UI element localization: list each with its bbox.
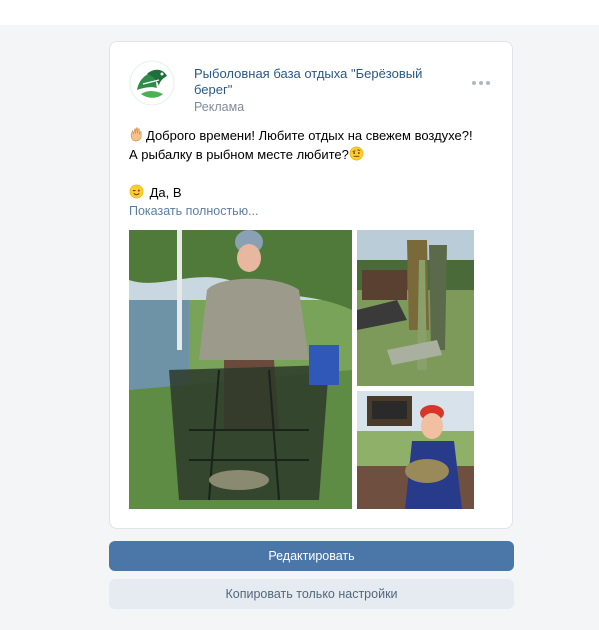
post-photo-1[interactable] bbox=[129, 230, 352, 509]
post-photo-2[interactable] bbox=[357, 230, 474, 386]
post-photo-3[interactable] bbox=[357, 391, 474, 509]
ad-label: Реклама bbox=[194, 100, 245, 114]
post-text-line-4: Да, В bbox=[149, 185, 182, 200]
post-text-line-1: Доброго времени! Любите отдых на свежем … bbox=[146, 128, 473, 143]
hanging-fish-catch-image bbox=[357, 230, 474, 386]
post-text-line-2: А рыбалку в рыбном месте любите? bbox=[129, 147, 349, 162]
winking-face-icon bbox=[129, 184, 144, 199]
boy-with-fish-image bbox=[357, 391, 474, 509]
waving-hand-icon bbox=[129, 127, 144, 142]
community-avatar[interactable] bbox=[129, 60, 175, 106]
fisherman-with-net-image bbox=[129, 230, 352, 509]
post-text-line-3 bbox=[129, 164, 499, 183]
edit-button[interactable]: Редактировать bbox=[109, 541, 514, 571]
post-text: Доброго времени! Любите отдых на свежем … bbox=[129, 126, 499, 202]
face-with-raised-eyebrow-icon bbox=[349, 146, 364, 161]
show-more-link[interactable]: Показать полностью... bbox=[129, 204, 259, 218]
more-dots-icon[interactable] bbox=[472, 79, 492, 87]
fish-leaf-logo-icon bbox=[129, 60, 175, 106]
post-author-name[interactable]: Рыболовная база отдыха "Берёзовый берег" bbox=[194, 66, 454, 98]
copy-settings-button[interactable]: Копировать только настройки bbox=[109, 579, 514, 609]
